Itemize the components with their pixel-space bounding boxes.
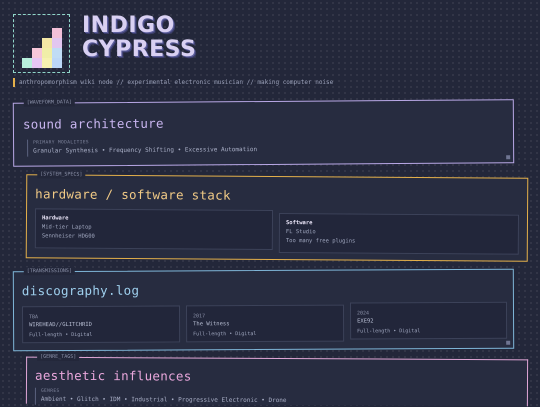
release-card[interactable]: TBA WIREHEAD//GLITCHRID Full-length • Di… <box>21 305 181 344</box>
software-item: FL Studio <box>285 229 316 236</box>
panel-heading: hardware / software stack <box>35 186 231 203</box>
release-year: TBA <box>29 314 39 321</box>
sound-architecture-panel: [WAVEFORM_DATA] sound architecture PRIMA… <box>12 98 515 167</box>
discography-panel: [TRANSMISSIONS] discography.log TBA WIRE… <box>12 266 515 352</box>
release-year: 2024 <box>357 310 370 317</box>
release-card[interactable]: 2024 EXE92 Full-length • Digital <box>349 301 508 340</box>
hardware-item: Sennheiser HD600 <box>41 233 95 240</box>
title-line-2: CYPRESS <box>82 37 197 62</box>
genres-value: Ambient • Glitch • IDM • Industrial • Pr… <box>40 395 287 405</box>
panel-tag: [SYSTEM_SPECS] <box>37 170 86 179</box>
hardware-card: Hardware Mid-tier Laptop Sennheiser HD60… <box>34 208 274 250</box>
hardware-item: Mid-tier Laptop <box>41 224 92 231</box>
title-line-1: INDIGO <box>82 13 175 38</box>
software-title: Software <box>285 220 313 227</box>
aesthetic-influences-panel: [GENRE_TAGS] aesthetic influences GENRES… <box>25 352 529 407</box>
release-title: The Witness <box>193 321 230 328</box>
logo <box>13 14 70 73</box>
site-title: INDIGO CYPRESS <box>82 14 196 62</box>
corner-marker <box>506 340 511 345</box>
software-item: Too many free plugins <box>285 238 356 245</box>
system-specs-panel: [SYSTEM_SPECS] hardware / software stack… <box>25 170 529 262</box>
panel-tag: [TRANSMISSIONS] <box>23 266 75 276</box>
software-card: Software FL Studio Too many free plugins <box>278 213 520 255</box>
panel-heading: discography.log <box>21 282 140 299</box>
release-year: 2017 <box>193 313 206 320</box>
pixel-staircase-logo-icon <box>22 28 62 68</box>
hardware-title: Hardware <box>41 215 69 222</box>
modalities-block: PRIMARY MODALITIES Granular Synthesis • … <box>27 138 258 157</box>
corner-marker <box>506 155 511 160</box>
release-detail: Full-length • Digital <box>29 331 93 339</box>
panel-heading: sound architecture <box>22 115 164 132</box>
release-detail: Full-length • Digital <box>193 331 257 338</box>
tagline: anthropomorphism wiki node // experiment… <box>13 78 333 87</box>
genres-block: GENRES Ambient • Glitch • IDM • Industri… <box>34 387 287 407</box>
panel-heading: aesthetic influences <box>34 367 192 384</box>
release-card[interactable]: 2017 The Witness Full-length • Digital <box>185 304 345 343</box>
panel-tag: [WAVEFORM_DATA] <box>23 98 75 107</box>
release-title: EXE92 <box>357 318 374 325</box>
release-title: WIREHEAD//GLITCHRID <box>29 321 93 329</box>
release-detail: Full-length • Digital <box>357 328 421 335</box>
modalities-value: Granular Synthesis • Frequency Shifting … <box>33 146 258 155</box>
panel-tag: [GENRE_TAGS] <box>37 352 80 361</box>
